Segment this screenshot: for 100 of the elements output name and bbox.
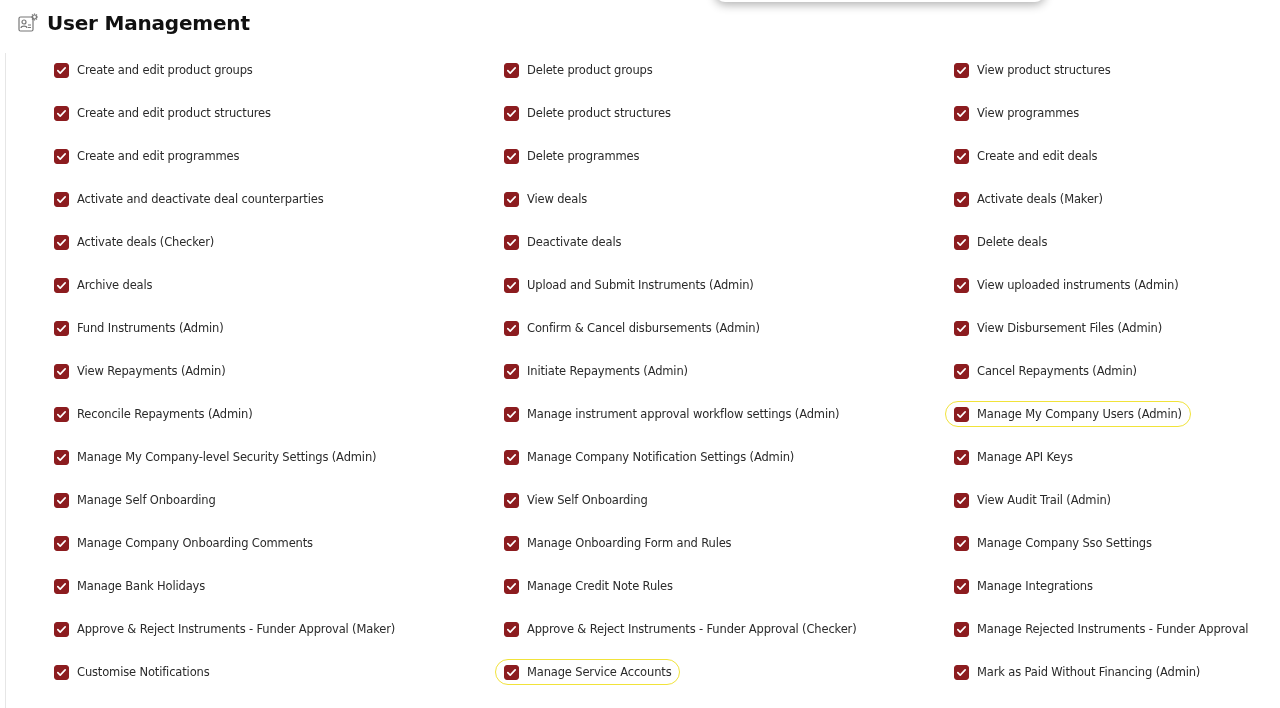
permission-item[interactable]: Mark as Paid Without Financing (Admin) (945, 659, 1210, 685)
permission-item[interactable]: Manage Company Onboarding Comments (45, 530, 322, 556)
permission-item[interactable]: Create and edit product groups (45, 57, 262, 83)
checkbox[interactable] (504, 492, 519, 508)
permission-item[interactable]: Upload and Submit Instruments (Admin) (495, 272, 763, 298)
checkbox[interactable] (954, 406, 969, 422)
checkbox[interactable] (54, 535, 69, 551)
permission-label: Confirm & Cancel disbursements (Admin) (527, 321, 760, 335)
permission-item[interactable]: Delete product structures (495, 100, 680, 126)
permission-item[interactable]: Cancel Repayments (Admin) (945, 358, 1146, 384)
checkbox[interactable] (54, 105, 69, 121)
checkbox[interactable] (504, 664, 519, 680)
checkbox[interactable] (504, 234, 519, 250)
checkbox[interactable] (54, 664, 69, 680)
permission-item[interactable]: Fund Instruments (Admin) (45, 315, 233, 341)
checkbox[interactable] (54, 62, 69, 78)
checkbox[interactable] (54, 148, 69, 164)
checkmark-icon (956, 666, 967, 678)
permission-item[interactable]: Create and edit deals (945, 143, 1107, 169)
permission-item[interactable]: Manage Bank Holidays (45, 573, 215, 599)
checkbox[interactable] (504, 277, 519, 293)
checkbox[interactable] (504, 621, 519, 637)
checkbox[interactable] (504, 449, 519, 465)
checkbox[interactable] (504, 320, 519, 336)
permission-item[interactable]: Confirm & Cancel disbursements (Admin) (495, 315, 769, 341)
checkbox[interactable] (504, 105, 519, 121)
permission-item[interactable]: Approve & Reject Instruments - Funder Approval (Maker) (45, 616, 405, 642)
permission-item[interactable]: Customise Notifications (45, 659, 219, 685)
permission-item[interactable]: Manage API Keys (945, 444, 1082, 470)
permission-item[interactable]: Activate and deactivate deal counterparties (45, 186, 333, 212)
checkbox[interactable] (504, 62, 519, 78)
permission-item[interactable]: View uploaded instruments (Admin) (945, 272, 1188, 298)
permission-label: Customise Notifications (77, 665, 210, 679)
permission-item[interactable]: Create and edit programmes (45, 143, 249, 169)
permission-item[interactable]: View Repayments (Admin) (45, 358, 235, 384)
permission-item[interactable]: Delete product groups (495, 57, 662, 83)
permission-label: Manage Rejected Instruments - Funder Approval (977, 622, 1249, 636)
checkbox[interactable] (504, 363, 519, 379)
checkbox[interactable] (954, 234, 969, 250)
checkbox[interactable] (504, 191, 519, 207)
permission-item[interactable]: Approve & Reject Instruments - Funder Approval (Checker) (495, 616, 866, 642)
checkbox[interactable] (954, 492, 969, 508)
permission-item[interactable]: Manage Integrations (945, 573, 1102, 599)
permission-item[interactable]: View Disbursement Files (Admin) (945, 315, 1171, 341)
checkbox[interactable] (504, 578, 519, 594)
checkmark-icon (56, 537, 67, 549)
checkbox[interactable] (54, 406, 69, 422)
permission-item[interactable]: Activate deals (Maker) (945, 186, 1112, 212)
checkbox[interactable] (954, 535, 969, 551)
permission-item[interactable]: Deactivate deals (495, 229, 631, 255)
checkbox[interactable] (54, 277, 69, 293)
checkbox[interactable] (954, 363, 969, 379)
permission-item[interactable]: Manage Credit Note Rules (495, 573, 682, 599)
checkbox[interactable] (954, 191, 969, 207)
permission-item[interactable]: Activate deals (Checker) (45, 229, 224, 255)
permission-item[interactable]: Initiate Repayments (Admin) (495, 358, 697, 384)
checkbox[interactable] (504, 148, 519, 164)
checkmark-icon (506, 193, 517, 205)
permission-item[interactable]: Manage Onboarding Form and Rules (495, 530, 741, 556)
checkbox[interactable] (54, 449, 69, 465)
permission-item[interactable]: Delete programmes (495, 143, 649, 169)
checkmark-icon (956, 451, 967, 463)
checkbox[interactable] (54, 621, 69, 637)
checkbox[interactable] (954, 105, 969, 121)
checkbox[interactable] (54, 492, 69, 508)
permission-label: Manage Onboarding Form and Rules (527, 536, 732, 550)
permission-item[interactable]: Manage My Company-level Security Settings (Admin) (45, 444, 386, 470)
permission-item[interactable]: View programmes (945, 100, 1089, 126)
permission-item[interactable]: Manage Company Sso Settings (945, 530, 1161, 556)
checkmark-icon (506, 666, 517, 678)
permission-item[interactable]: View product structures (945, 57, 1120, 83)
checkbox[interactable] (954, 664, 969, 680)
permission-item[interactable]: Manage instrument approval workflow settings (Admin) (495, 401, 849, 427)
permission-item[interactable]: Manage Company Notification Settings (Admin) (495, 444, 804, 470)
checkbox[interactable] (954, 320, 969, 336)
checkmark-icon (56, 322, 67, 334)
permission-item[interactable]: View Audit Trail (Admin) (945, 487, 1120, 513)
checkbox[interactable] (954, 578, 969, 594)
permission-label: Reconcile Repayments (Admin) (77, 407, 253, 421)
permission-item[interactable]: Create and edit product structures (45, 100, 280, 126)
checkbox[interactable] (54, 234, 69, 250)
permission-label: Deactivate deals (527, 235, 622, 249)
checkbox[interactable] (954, 148, 969, 164)
permission-item[interactable]: Reconcile Repayments (Admin) (45, 401, 262, 427)
permission-item[interactable]: Manage Self Onboarding (45, 487, 225, 513)
checkbox[interactable] (54, 363, 69, 379)
permission-item[interactable]: View Self Onboarding (495, 487, 657, 513)
checkbox[interactable] (954, 62, 969, 78)
checkbox[interactable] (954, 449, 969, 465)
permission-item[interactable]: Manage Rejected Instruments - Funder Approval (945, 616, 1258, 642)
checkbox[interactable] (954, 621, 969, 637)
checkbox[interactable] (504, 406, 519, 422)
checkbox[interactable] (954, 277, 969, 293)
checkbox[interactable] (504, 535, 519, 551)
permission-item[interactable]: Delete deals (945, 229, 1057, 255)
permission-item[interactable]: Archive deals (45, 272, 162, 298)
checkbox[interactable] (54, 191, 69, 207)
permission-item[interactable]: View deals (495, 186, 597, 212)
checkbox[interactable] (54, 320, 69, 336)
checkbox[interactable] (54, 578, 69, 594)
